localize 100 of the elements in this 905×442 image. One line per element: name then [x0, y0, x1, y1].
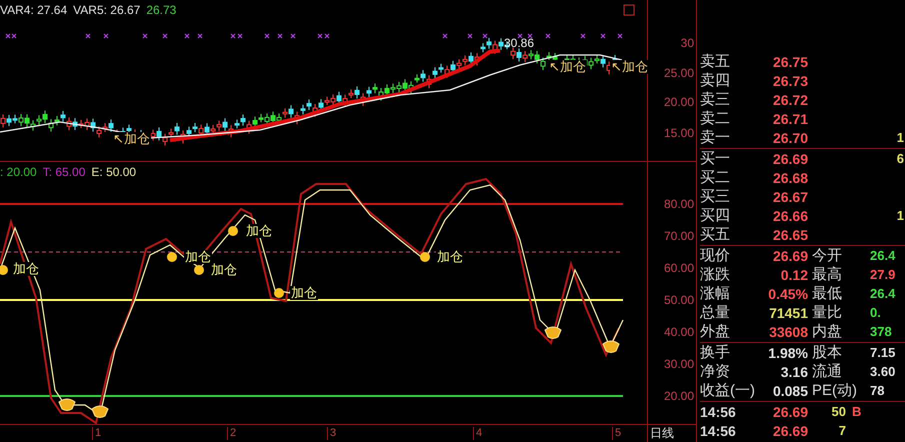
signal-dot-icon [274, 288, 284, 298]
axis-label: 70.00 [664, 229, 694, 243]
quote-label: 买四 [700, 206, 731, 225]
signal-label: 加仓 [436, 250, 464, 264]
quote-label: 外盘 [700, 322, 731, 341]
quote-label: 收益(一) [700, 381, 756, 400]
legend-value: E: 50.00 [91, 165, 136, 179]
quote-value: 26.4 [870, 248, 896, 263]
quote-value: 3.16 [780, 364, 808, 380]
quote-label: 最高 [811, 265, 843, 284]
quote-label: 卖一 [700, 128, 731, 147]
quote-value: 3.60 [870, 364, 896, 379]
signal-label: ↖加仓 [112, 132, 151, 146]
ingot-icon [58, 398, 76, 411]
signal-dot-icon [420, 252, 430, 262]
ingot-icon [544, 326, 562, 339]
tick-volume: 7 [838, 423, 846, 438]
quote-label: 买五 [700, 225, 731, 244]
quote-label: 今开 [811, 246, 843, 265]
axis-label: 3 [327, 427, 336, 440]
tick-time: 14:56 [700, 422, 737, 438]
quote-label: 卖五 [700, 52, 731, 71]
signal-label: 加仓 [184, 250, 212, 264]
signal-label: 加仓 [245, 224, 273, 238]
axis-label: 20.00 [664, 389, 694, 403]
axis-label: 1 [92, 427, 102, 440]
signal-label: 加仓 [12, 262, 40, 276]
quote-label: 现价 [700, 246, 731, 265]
axis-label: 80.00 [664, 197, 694, 211]
price-value: 26.71 [772, 110, 808, 126]
quote-value: 26.4 [870, 286, 896, 301]
ingot-icon [602, 340, 620, 353]
price-label: 30.86 [504, 36, 534, 50]
signal-dot-icon [194, 265, 204, 275]
quote-label: 卖三 [700, 90, 731, 109]
quote-label: 买一 [700, 149, 731, 168]
legend-value: VAR5: 26.67 [73, 3, 140, 17]
quote-label: 卖四 [700, 71, 731, 90]
window-box-icon [624, 4, 634, 16]
price-value: 26.70 [772, 130, 808, 146]
quote-value: 0. [870, 305, 882, 320]
quote-label: 涨跌 [700, 265, 731, 284]
quote-label: 买二 [700, 168, 731, 187]
price-value: 26.72 [772, 92, 808, 108]
volume-value: 1 [896, 130, 905, 145]
trade-side: B [851, 404, 862, 419]
price-value: 26.67 [772, 188, 808, 204]
price-value: 26.65 [772, 226, 808, 242]
quote-value: 33608 [768, 324, 808, 340]
price-value: 26.68 [772, 170, 808, 186]
legend-value: T: 65.00 [42, 165, 86, 179]
quote-label: 换手 [700, 343, 731, 362]
signal-label: 加仓 [290, 286, 318, 300]
quote-value: 0.12 [780, 266, 808, 282]
tick-price: 26.69 [772, 422, 808, 438]
axis-label: 20.00 [664, 95, 694, 109]
quote-value: 1.98% [767, 344, 808, 360]
price-value: 26.69 [772, 150, 808, 166]
quote-value: 0.45% [767, 286, 808, 302]
price-value: 26.75 [772, 54, 808, 70]
quote-value: 78 [870, 383, 886, 398]
quote-label: 涨幅 [700, 284, 731, 303]
quote-label: 内盘 [811, 322, 843, 341]
legend-value: : 20.00 [0, 165, 37, 179]
axis-label: 60.00 [664, 261, 694, 275]
legend-value: VAR4: 27.64 [0, 3, 68, 17]
axis-label: 40.00 [664, 325, 694, 339]
axis-label: 25.00 [664, 66, 694, 80]
axis-label: 15.00 [664, 126, 694, 140]
quote-label: 流通 [811, 362, 843, 381]
axis-label: 50.00 [664, 293, 694, 307]
axis-label: 30 [680, 36, 694, 50]
tick-time: 14:56 [700, 404, 737, 420]
quote-label: 卖二 [700, 109, 731, 128]
axis-label: 4 [473, 427, 482, 440]
signal-dot-icon [167, 252, 177, 262]
quote-label: 买三 [700, 187, 731, 206]
price-value: 26.73 [772, 72, 808, 88]
quote-value: 7.15 [870, 345, 896, 360]
quote-label: 总量 [700, 303, 731, 322]
tick-volume: 50 [830, 404, 846, 419]
legend-value: 26.73 [146, 3, 176, 17]
signal-dot-icon [228, 226, 238, 236]
volume-value: 6 [896, 151, 905, 166]
axis-label: 5 [612, 427, 622, 440]
axis-label: 30.00 [664, 357, 694, 371]
signal-label: ↖加仓 [610, 60, 649, 74]
quote-value: 26.69 [772, 248, 808, 264]
axis-label: 2 [227, 427, 236, 440]
quote-value: 71451 [768, 304, 808, 320]
quote-label: 股本 [811, 343, 843, 362]
period-label: 日线 [650, 425, 674, 442]
quote-label: 量比 [811, 303, 843, 322]
quote-value: 0.085 [772, 382, 808, 398]
signal-label: ↖加仓 [548, 60, 587, 74]
quote-value: 378 [870, 324, 893, 339]
volume-value: 1 [896, 208, 905, 223]
tick-price: 26.69 [772, 404, 808, 420]
quote-label: 净资 [700, 362, 731, 381]
quote-label: 最低 [811, 284, 843, 303]
